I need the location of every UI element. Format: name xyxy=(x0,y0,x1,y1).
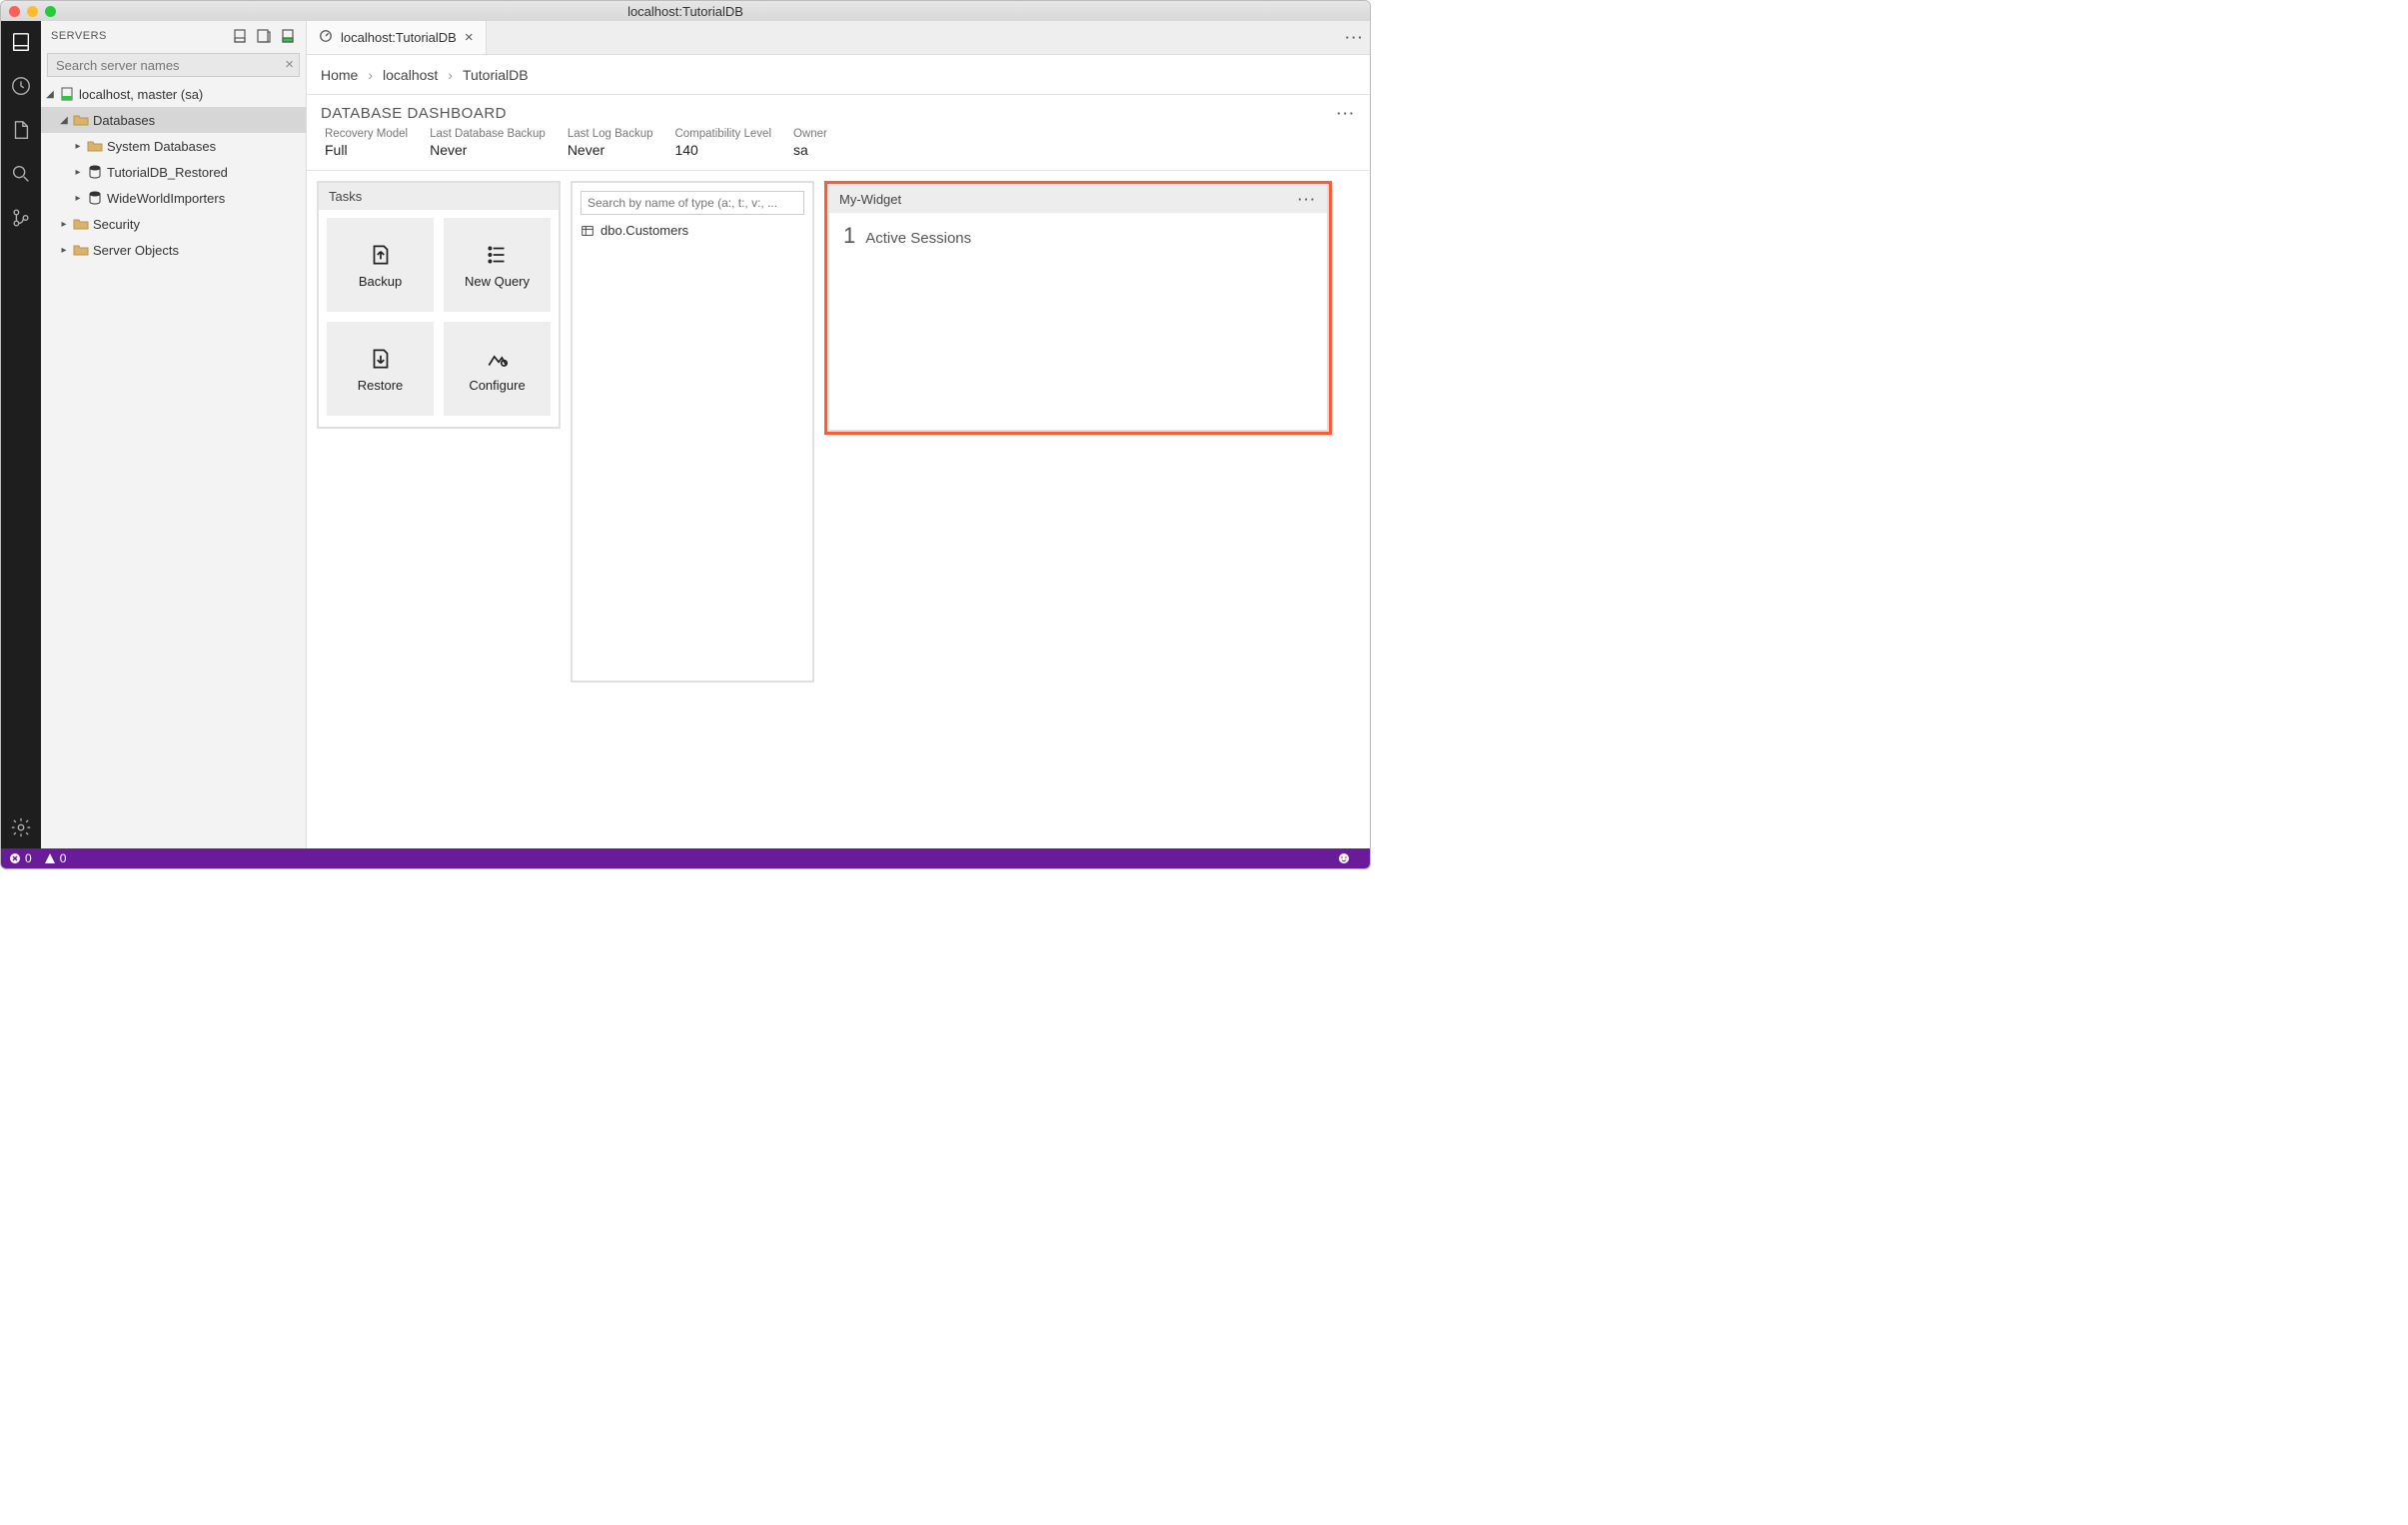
server-tree: ◢ localhost, master (sa) ◢ Databases ▸ S… xyxy=(41,81,306,848)
panel-title: Tasks xyxy=(329,189,362,204)
prop-label: Compatibility Level xyxy=(674,128,771,140)
chevron-right-icon: › xyxy=(448,67,453,83)
tree-security-node[interactable]: ▸ Security xyxy=(41,211,306,237)
tree-node-label: TutorialDB_Restored xyxy=(107,165,228,180)
prop-label: Last Log Backup xyxy=(568,128,653,140)
tree-databases-node[interactable]: ◢ Databases xyxy=(41,107,306,133)
task-restore-button[interactable]: Restore xyxy=(327,322,434,416)
widget-label: Active Sessions xyxy=(865,230,971,247)
new-server-group-icon[interactable] xyxy=(256,28,272,44)
tree-server-node[interactable]: ◢ localhost, master (sa) xyxy=(41,81,306,107)
highlighted-widget-outline: My-Widget ··· 1 Active Sessions xyxy=(824,181,1332,435)
tab-label: localhost:TutorialDB xyxy=(341,30,457,45)
tree-node-label: localhost, master (sa) xyxy=(79,87,203,102)
search-icon[interactable] xyxy=(10,163,32,185)
status-errors[interactable]: 0 xyxy=(9,851,32,865)
tree-node-label: Security xyxy=(93,217,140,232)
status-warnings[interactable]: 0 xyxy=(44,851,67,865)
panel-title: My-Widget xyxy=(839,192,901,207)
tasks-widget: Tasks Backup New Query Restore xyxy=(317,181,561,429)
chevron-right-icon: › xyxy=(368,67,373,83)
dashboard-title: DATABASE DASHBOARD xyxy=(321,105,507,122)
tree-node-label: System Databases xyxy=(107,139,216,154)
object-search-widget: dbo.Customers xyxy=(571,181,814,683)
server-search-input[interactable] xyxy=(47,53,300,77)
prop-value: sa xyxy=(793,142,827,158)
activity-bar xyxy=(1,21,41,848)
editor-tab-bar: localhost:TutorialDB × ··· xyxy=(307,21,1370,55)
tree-node-label: Server Objects xyxy=(93,243,179,258)
breadcrumb-server[interactable]: localhost xyxy=(383,67,438,83)
explorer-icon[interactable] xyxy=(10,119,32,141)
window-title: localhost:TutorialDB xyxy=(1,4,1370,19)
prop-value: 140 xyxy=(674,142,771,158)
editor-more-actions-icon[interactable]: ··· xyxy=(1340,21,1370,54)
status-bar: 0 0 xyxy=(1,848,1370,868)
task-history-icon[interactable] xyxy=(10,75,32,97)
object-search-input[interactable] xyxy=(581,191,804,215)
prop-label: Owner xyxy=(793,128,827,140)
dashboard-tab-icon xyxy=(319,29,333,46)
window-titlebar: localhost:TutorialDB xyxy=(1,1,1370,21)
task-label: Configure xyxy=(469,378,525,393)
prop-value: Never xyxy=(430,142,546,158)
new-connection-icon[interactable] xyxy=(232,28,248,44)
tree-server-objects-node[interactable]: ▸ Server Objects xyxy=(41,237,306,263)
prop-label: Last Database Backup xyxy=(430,128,546,140)
show-connections-icon[interactable] xyxy=(280,28,296,44)
search-result-label: dbo.Customers xyxy=(601,223,688,238)
prop-label: Recovery Model xyxy=(325,128,408,140)
dashboard-properties: Recovery Model Full Last Database Backup N… xyxy=(307,122,1370,171)
servers-view-icon[interactable] xyxy=(10,31,32,53)
breadcrumb-database[interactable]: TutorialDB xyxy=(463,67,529,83)
breadcrumb-home[interactable]: Home xyxy=(321,67,358,83)
task-new-query-button[interactable]: New Query xyxy=(444,218,551,312)
breadcrumb: Home › localhost › TutorialDB xyxy=(307,55,1370,95)
dashboard-more-icon[interactable]: ··· xyxy=(1337,106,1356,121)
servers-sidebar: SERVERS × ◢ localhost, master (sa) ◢ xyxy=(41,21,307,848)
task-label: Restore xyxy=(358,378,404,393)
tree-node-label: Databases xyxy=(93,113,155,128)
task-configure-button[interactable]: Configure xyxy=(444,322,551,416)
widget-count: 1 xyxy=(843,223,855,249)
tree-system-databases-node[interactable]: ▸ System Databases xyxy=(41,133,306,159)
close-tab-icon[interactable]: × xyxy=(465,29,474,46)
tree-database-node[interactable]: ▸ WideWorldImporters xyxy=(41,185,306,211)
status-feedback-icon[interactable] xyxy=(1338,852,1350,864)
editor-tab[interactable]: localhost:TutorialDB × xyxy=(307,21,487,54)
task-label: Backup xyxy=(359,274,402,289)
search-result-row[interactable]: dbo.Customers xyxy=(581,223,804,238)
sidebar-title: SERVERS xyxy=(51,30,107,42)
task-label: New Query xyxy=(465,274,530,289)
tree-node-label: WideWorldImporters xyxy=(107,191,225,206)
my-widget-panel: My-Widget ··· 1 Active Sessions xyxy=(827,184,1329,432)
settings-gear-icon[interactable] xyxy=(10,816,32,838)
prop-value: Never xyxy=(568,142,653,158)
prop-value: Full xyxy=(325,142,408,158)
source-control-icon[interactable] xyxy=(10,207,32,229)
widget-more-icon[interactable]: ··· xyxy=(1298,192,1317,207)
clear-search-icon[interactable]: × xyxy=(285,56,294,73)
task-backup-button[interactable]: Backup xyxy=(327,218,434,312)
tree-database-node[interactable]: ▸ TutorialDB_Restored xyxy=(41,159,306,185)
